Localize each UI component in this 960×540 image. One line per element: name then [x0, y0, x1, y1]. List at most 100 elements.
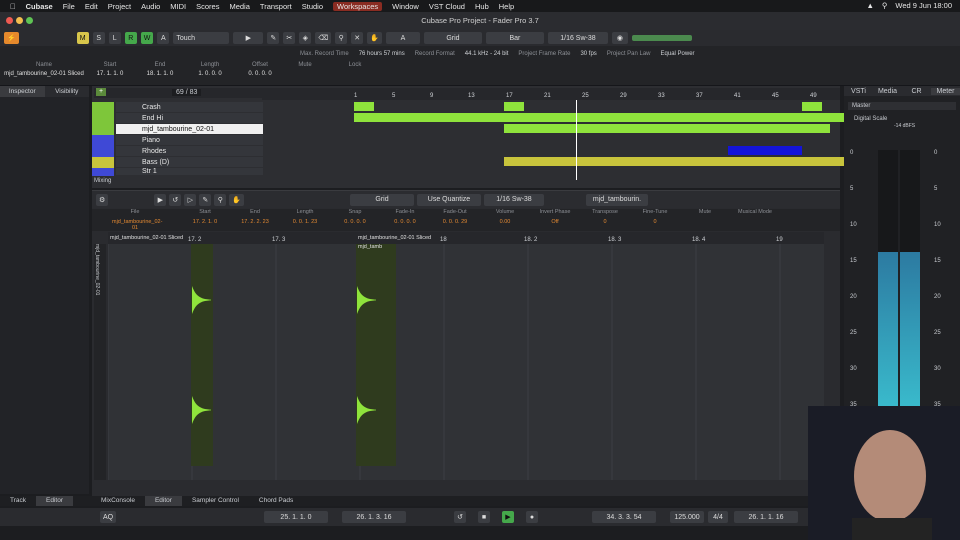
colors-icon[interactable]: ◉: [611, 32, 628, 44]
editor-info-field[interactable]: Fade-In 0. 0. 0. 0: [382, 209, 428, 225]
primary-time-display[interactable]: 34. 3. 3. 54: [592, 511, 656, 523]
editor-info-field[interactable]: Snap 0. 0. 0. 0: [332, 209, 378, 225]
tab-vsti[interactable]: VSTi: [844, 88, 873, 95]
toggle-a[interactable]: A: [157, 32, 170, 44]
tab-mixconsole[interactable]: MixConsole: [91, 496, 145, 506]
lane-rhodes[interactable]: [728, 146, 802, 155]
menu-workspaces[interactable]: Workspaces: [333, 1, 383, 11]
menu-midi[interactable]: MIDI: [170, 2, 186, 11]
editor-info-field[interactable]: Invert Phase Off: [532, 209, 578, 225]
menu-media[interactable]: Media: [229, 2, 249, 11]
clock[interactable]: Wed 9 Jun 18:00: [895, 1, 952, 10]
editor-use-quantize-select[interactable]: Use Quantize: [417, 193, 481, 206]
track-bass[interactable]: Bass (D): [116, 157, 263, 167]
slice-1[interactable]: [191, 244, 213, 466]
editor-info-value[interactable]: Off: [532, 219, 578, 225]
hand-tool-icon[interactable]: ✋: [367, 32, 382, 44]
automation-mode-select[interactable]: Touch: [173, 32, 230, 44]
right-locator[interactable]: 26. 1. 3. 16: [342, 511, 406, 523]
editor-info-value[interactable]: 0. 0. 0. 0: [332, 219, 378, 225]
steinberg-hub-icon[interactable]: ⚡: [4, 32, 19, 44]
signature-display[interactable]: 4/4: [708, 511, 728, 523]
tab-inspector[interactable]: Inspector: [0, 86, 45, 97]
menu-transport[interactable]: Transport: [260, 2, 292, 11]
stop-icon[interactable]: ■: [478, 511, 490, 523]
event-part[interactable]: [354, 102, 374, 111]
editor-info-value[interactable]: 0: [582, 219, 628, 225]
tab-media[interactable]: Media: [873, 88, 902, 95]
menu-edit[interactable]: Edit: [85, 2, 98, 11]
editor-info-value[interactable]: 0. 0. 1. 23: [282, 219, 328, 225]
tab-track[interactable]: Track: [0, 496, 36, 506]
menu-hub[interactable]: Hub: [475, 2, 489, 11]
menu-studio[interactable]: Studio: [302, 2, 323, 11]
editor-info-field[interactable]: Musical Mode: [732, 209, 778, 219]
transport-aq[interactable]: AQ: [100, 511, 117, 523]
toggle-l[interactable]: L: [108, 32, 121, 44]
waveform-area[interactable]: mjd_tamb: [107, 244, 824, 480]
tab-editor-left[interactable]: Editor: [36, 496, 73, 506]
track-crash[interactable]: Crash: [116, 102, 263, 112]
menu-scores[interactable]: Scores: [196, 2, 219, 11]
editor-quantize-select[interactable]: 1/16 Sw-38: [484, 193, 544, 206]
editor-pencil-icon[interactable]: ✎: [199, 193, 212, 206]
editor-info-value[interactable]: 17. 2. 2. 23: [232, 219, 278, 225]
lane-crash[interactable]: [354, 102, 920, 111]
wifi-icon[interactable]: ▲: [866, 1, 873, 10]
editor-info-field[interactable]: Mute: [682, 209, 728, 219]
grid-type-select[interactable]: Bar: [485, 32, 544, 44]
info-start-value[interactable]: 17. 1. 1. 0: [90, 71, 130, 77]
minimize-window-icon[interactable]: [16, 17, 23, 24]
editor-snap-select[interactable]: Grid: [350, 193, 414, 206]
editor-select-icon[interactable]: ▷: [184, 193, 197, 206]
menu-audio[interactable]: Audio: [141, 2, 160, 11]
editor-info-field[interactable]: File mjd_tambourine_02-01: [112, 209, 162, 231]
info-name-value[interactable]: mjd_tambourine_02-01 Sliced: [4, 71, 84, 77]
editor-zoom-icon[interactable]: ⚲: [214, 193, 227, 206]
tab-editor-lower[interactable]: Editor: [144, 496, 182, 506]
menu-file[interactable]: File: [63, 2, 75, 11]
editor-info-field[interactable]: Fine-Tune 0: [632, 209, 678, 225]
tab-chord-pads[interactable]: Chord Pads: [249, 496, 303, 506]
toggle-m[interactable]: M: [76, 32, 89, 44]
auto-select[interactable]: A: [385, 32, 420, 44]
project-ruler[interactable]: 15913172125293337414549535761: [262, 88, 931, 100]
editor-settings-icon[interactable]: ⚙: [96, 193, 109, 206]
menu-help[interactable]: Help: [499, 2, 514, 11]
menu-cubase[interactable]: Cubase: [26, 2, 53, 11]
menu-window[interactable]: Window: [392, 2, 419, 11]
editor-play-icon[interactable]: ▶: [154, 193, 167, 206]
info-length-value[interactable]: 1. 0. 0. 0: [190, 71, 230, 77]
track-piano[interactable]: Piano: [116, 135, 263, 145]
scissors-tool-icon[interactable]: ✂: [283, 32, 296, 44]
quantize-select[interactable]: 1/16 Sw-38: [547, 32, 608, 44]
editor-info-field[interactable]: Fade-Out 0. 0. 0. 29: [432, 209, 478, 225]
info-offset-value[interactable]: 0. 0. 0. 0: [240, 71, 280, 77]
tempo-display[interactable]: 125.000: [670, 511, 704, 523]
tab-sampler-control[interactable]: Sampler Control: [182, 496, 249, 506]
close-window-icon[interactable]: [6, 17, 13, 24]
track-rhodes[interactable]: Rhodes: [116, 146, 263, 156]
toggle-r[interactable]: R: [124, 32, 137, 44]
tab-meter[interactable]: Meter: [931, 87, 960, 95]
editor-hand-icon[interactable]: ✋: [229, 193, 244, 206]
pan-law-value[interactable]: Equal Power: [661, 51, 695, 57]
max-rec-value[interactable]: 76 hours 57 mins: [359, 51, 405, 57]
arrow-select-icon[interactable]: ▶: [233, 32, 264, 44]
editor-info-field[interactable]: Start 17. 2. 1. 0: [182, 209, 228, 225]
tab-visibility[interactable]: Visibility: [45, 86, 90, 97]
snap-type-select[interactable]: Grid: [423, 32, 482, 44]
play-icon[interactable]: ▶: [502, 511, 514, 523]
rec-fmt-value[interactable]: 44.1 kHz - 24 bit: [465, 51, 509, 57]
glue-tool-icon[interactable]: ◈: [299, 32, 312, 44]
menu-project[interactable]: Project: [108, 2, 131, 11]
event-part[interactable]: [802, 102, 822, 111]
frame-rate-value[interactable]: 30 fps: [580, 51, 596, 57]
editor-info-field[interactable]: End 17. 2. 2. 23: [232, 209, 278, 225]
slice-2[interactable]: [356, 244, 396, 466]
master-row[interactable]: Master: [848, 102, 956, 110]
apple-icon[interactable]: : [10, 2, 16, 11]
eraser-tool-icon[interactable]: ⌫: [315, 32, 332, 44]
track-tambourine[interactable]: mjd_tambourine_02-01: [116, 124, 263, 134]
secondary-time-display[interactable]: 26. 1. 1. 16: [734, 511, 798, 523]
